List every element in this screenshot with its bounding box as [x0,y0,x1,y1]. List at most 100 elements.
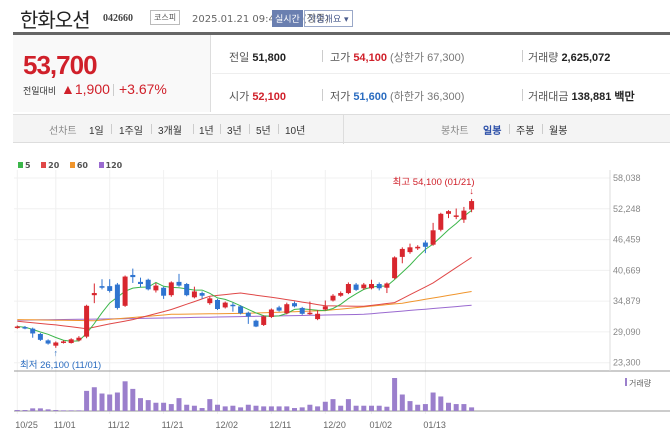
candle [415,246,421,249]
volume-bar [37,408,43,411]
volume-bar [361,405,367,411]
candle [91,293,97,296]
volume-bar [30,408,36,411]
volume-bar [345,399,351,411]
volume-bar [446,402,451,411]
x-tick-label: 11/12 [108,420,130,430]
x-tick-label: 12/20 [323,420,346,430]
candle [284,304,290,314]
volume-bar [122,381,128,411]
x-tick-label: 12/11 [269,420,291,430]
candle [430,230,436,245]
candle [315,313,321,320]
volume-bar [191,405,197,411]
candle [107,286,113,291]
volume-bar [369,405,374,411]
candle [215,299,220,309]
volume-bar [215,404,220,411]
candle [268,309,274,317]
candle [130,274,136,278]
volume-bar [14,410,20,411]
candle [330,295,336,301]
volume-bar [376,405,382,411]
candle [14,326,20,329]
volume-bar [238,407,244,411]
volume-bar [261,406,267,411]
x-tick-label: 01/13 [423,420,446,430]
y-tick-label: 58,038 [613,173,641,183]
volume-bar [99,393,105,411]
volume-legend: 거래량 [629,378,652,388]
volume-bar [415,404,421,411]
candle [438,213,444,230]
volume-bar [353,405,359,411]
candle [384,283,390,288]
volume-bar [68,410,74,411]
candle [138,281,143,285]
volume-bar [292,408,297,411]
candle [307,312,313,315]
volume-bar [399,394,405,411]
candle [76,337,82,341]
y-tick-label: 40,669 [613,265,641,275]
candle [446,211,451,214]
candle [299,307,305,314]
x-tick-label: 01/02 [370,420,393,430]
volume-bar [330,399,336,411]
volume-bar [338,405,344,411]
candle [361,284,367,289]
candle [238,306,244,314]
x-tick-label: 12/02 [216,420,239,430]
stock-chart[interactable]: 58,038 52,248 46,459 40,669 34,879 29,090 23,3… [0,0,670,444]
candle [353,284,359,290]
volume-bar [245,404,251,411]
volume-bar [168,404,174,411]
candle [253,320,259,327]
candle [230,304,236,307]
volume-bar [284,406,290,411]
y-tick-label: 29,090 [613,327,641,337]
candle [22,327,28,329]
candle [345,284,351,294]
volume-bar [461,404,467,411]
max-price-annotation: 최고 54,100 (01/21) [393,177,475,188]
volume-bar [153,402,159,411]
volume-bar [392,378,398,411]
candle [145,279,151,290]
volume-bar [145,400,151,411]
volume-bar [315,406,321,411]
volume-bar [207,399,213,411]
volume-bar [91,387,97,411]
candle [399,248,405,257]
x-tick-label: 10/25 [15,420,38,430]
candle [369,284,374,289]
candle [322,306,328,310]
candle [122,276,128,306]
volume-bar [53,410,59,411]
candle [338,293,344,296]
volume-bar [199,408,205,411]
candle [245,312,251,317]
volume-legend-icon [625,378,627,386]
candle [45,340,51,344]
volume-bar [384,406,390,411]
candle [53,342,59,346]
volume-bar [76,410,82,411]
candle [184,284,190,296]
volume-bar [407,401,413,411]
candle [68,339,74,344]
volume-bar [469,407,475,411]
volume-bar [276,406,282,411]
candle [168,282,174,296]
volume-bar [138,398,143,411]
candle [292,303,297,307]
volume-bar [230,405,236,411]
candle [276,307,282,311]
volume-bar [422,404,428,411]
candle [453,215,459,217]
candle [461,210,467,220]
candle [30,328,36,334]
volume-bar [322,401,328,411]
volume-bar [268,406,274,411]
volume-bar [299,407,305,411]
